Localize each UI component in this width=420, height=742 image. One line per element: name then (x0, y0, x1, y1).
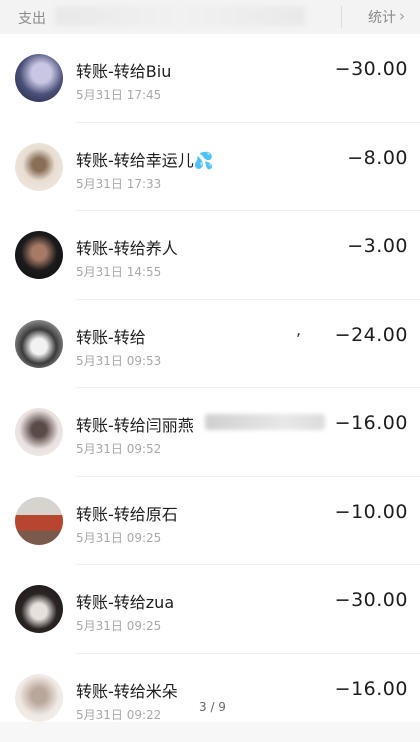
transaction-row[interactable]: 转账-转给Biu 5月31日 17:45 −30.00 (0, 34, 420, 123)
transaction-amount: −16.00 (335, 678, 408, 700)
transaction-amount: −30.00 (335, 58, 408, 80)
transaction-row[interactable]: 转账-转给幸运儿💦 5月31日 17:33 −8.00 (0, 123, 420, 212)
transaction-time: 5月31日 17:33 (76, 175, 161, 192)
transaction-title: 转账-转给幸运儿💦 (76, 147, 214, 171)
transaction-time: 5月31日 17:45 (76, 86, 161, 103)
avatar (15, 54, 63, 102)
statistics-link[interactable]: 统计 (368, 7, 396, 27)
transaction-title: 转账-转给米朵 (76, 678, 178, 702)
expense-filter-label[interactable]: 支出 (18, 8, 46, 28)
page-indicator: 3 / 9 (196, 700, 229, 714)
transaction-title: 转账-转给闫丽燕 (76, 412, 194, 436)
transaction-amount: −24.00 (335, 324, 408, 346)
transaction-time: 5月31日 14:55 (76, 263, 161, 280)
transaction-amount: −30.00 (335, 589, 408, 611)
transaction-amount: −8.00 (347, 147, 408, 169)
chevron-right-icon[interactable]: › (399, 7, 405, 25)
transaction-title: 转账-转给原石 (76, 501, 178, 525)
transaction-title: 转账-转给 (76, 324, 146, 348)
transaction-row[interactable]: 转账-转给 , 5月31日 09:53 −24.00 (0, 300, 420, 389)
avatar (15, 674, 63, 722)
transaction-row[interactable]: 转账-转给米朵 5月31日 09:22 −16.00 (0, 654, 420, 742)
transaction-time: 5月31日 09:22 (76, 706, 161, 723)
transaction-amount: −10.00 (335, 501, 408, 523)
header-divider (341, 6, 342, 28)
transaction-row[interactable]: 转账-转给原石 5月31日 09:25 −10.00 (0, 477, 420, 566)
avatar (15, 143, 63, 191)
transaction-title: 转账-转给养人 (76, 235, 178, 259)
filter-bar: 支出 统计 › (0, 0, 420, 35)
transaction-note: , (296, 320, 301, 339)
transaction-time: 5月31日 09:25 (76, 529, 161, 546)
transaction-row[interactable]: 转账-转给闫丽燕 5月31日 09:52 −16.00 (0, 388, 420, 477)
transaction-row[interactable]: 转账-转给养人 5月31日 14:55 −3.00 (0, 211, 420, 300)
transaction-amount: −16.00 (335, 412, 408, 434)
avatar (15, 320, 63, 368)
avatar (15, 497, 63, 545)
blurred-name (205, 414, 325, 430)
transaction-list: 转账-转给Biu 5月31日 17:45 −30.00 转账-转给幸运儿💦 5月… (0, 34, 420, 722)
avatar (15, 585, 63, 633)
transaction-row[interactable]: 转账-转给zua 5月31日 09:25 −30.00 (0, 565, 420, 654)
avatar (15, 231, 63, 279)
transaction-time: 5月31日 09:52 (76, 440, 161, 457)
transaction-title: 转账-转给zua (76, 589, 174, 613)
transaction-amount: −3.00 (347, 235, 408, 257)
transaction-title: 转账-转给Biu (76, 58, 171, 82)
blurred-filter-area (55, 6, 305, 26)
transaction-time: 5月31日 09:53 (76, 352, 161, 369)
avatar (15, 408, 63, 456)
transaction-time: 5月31日 09:25 (76, 617, 161, 634)
